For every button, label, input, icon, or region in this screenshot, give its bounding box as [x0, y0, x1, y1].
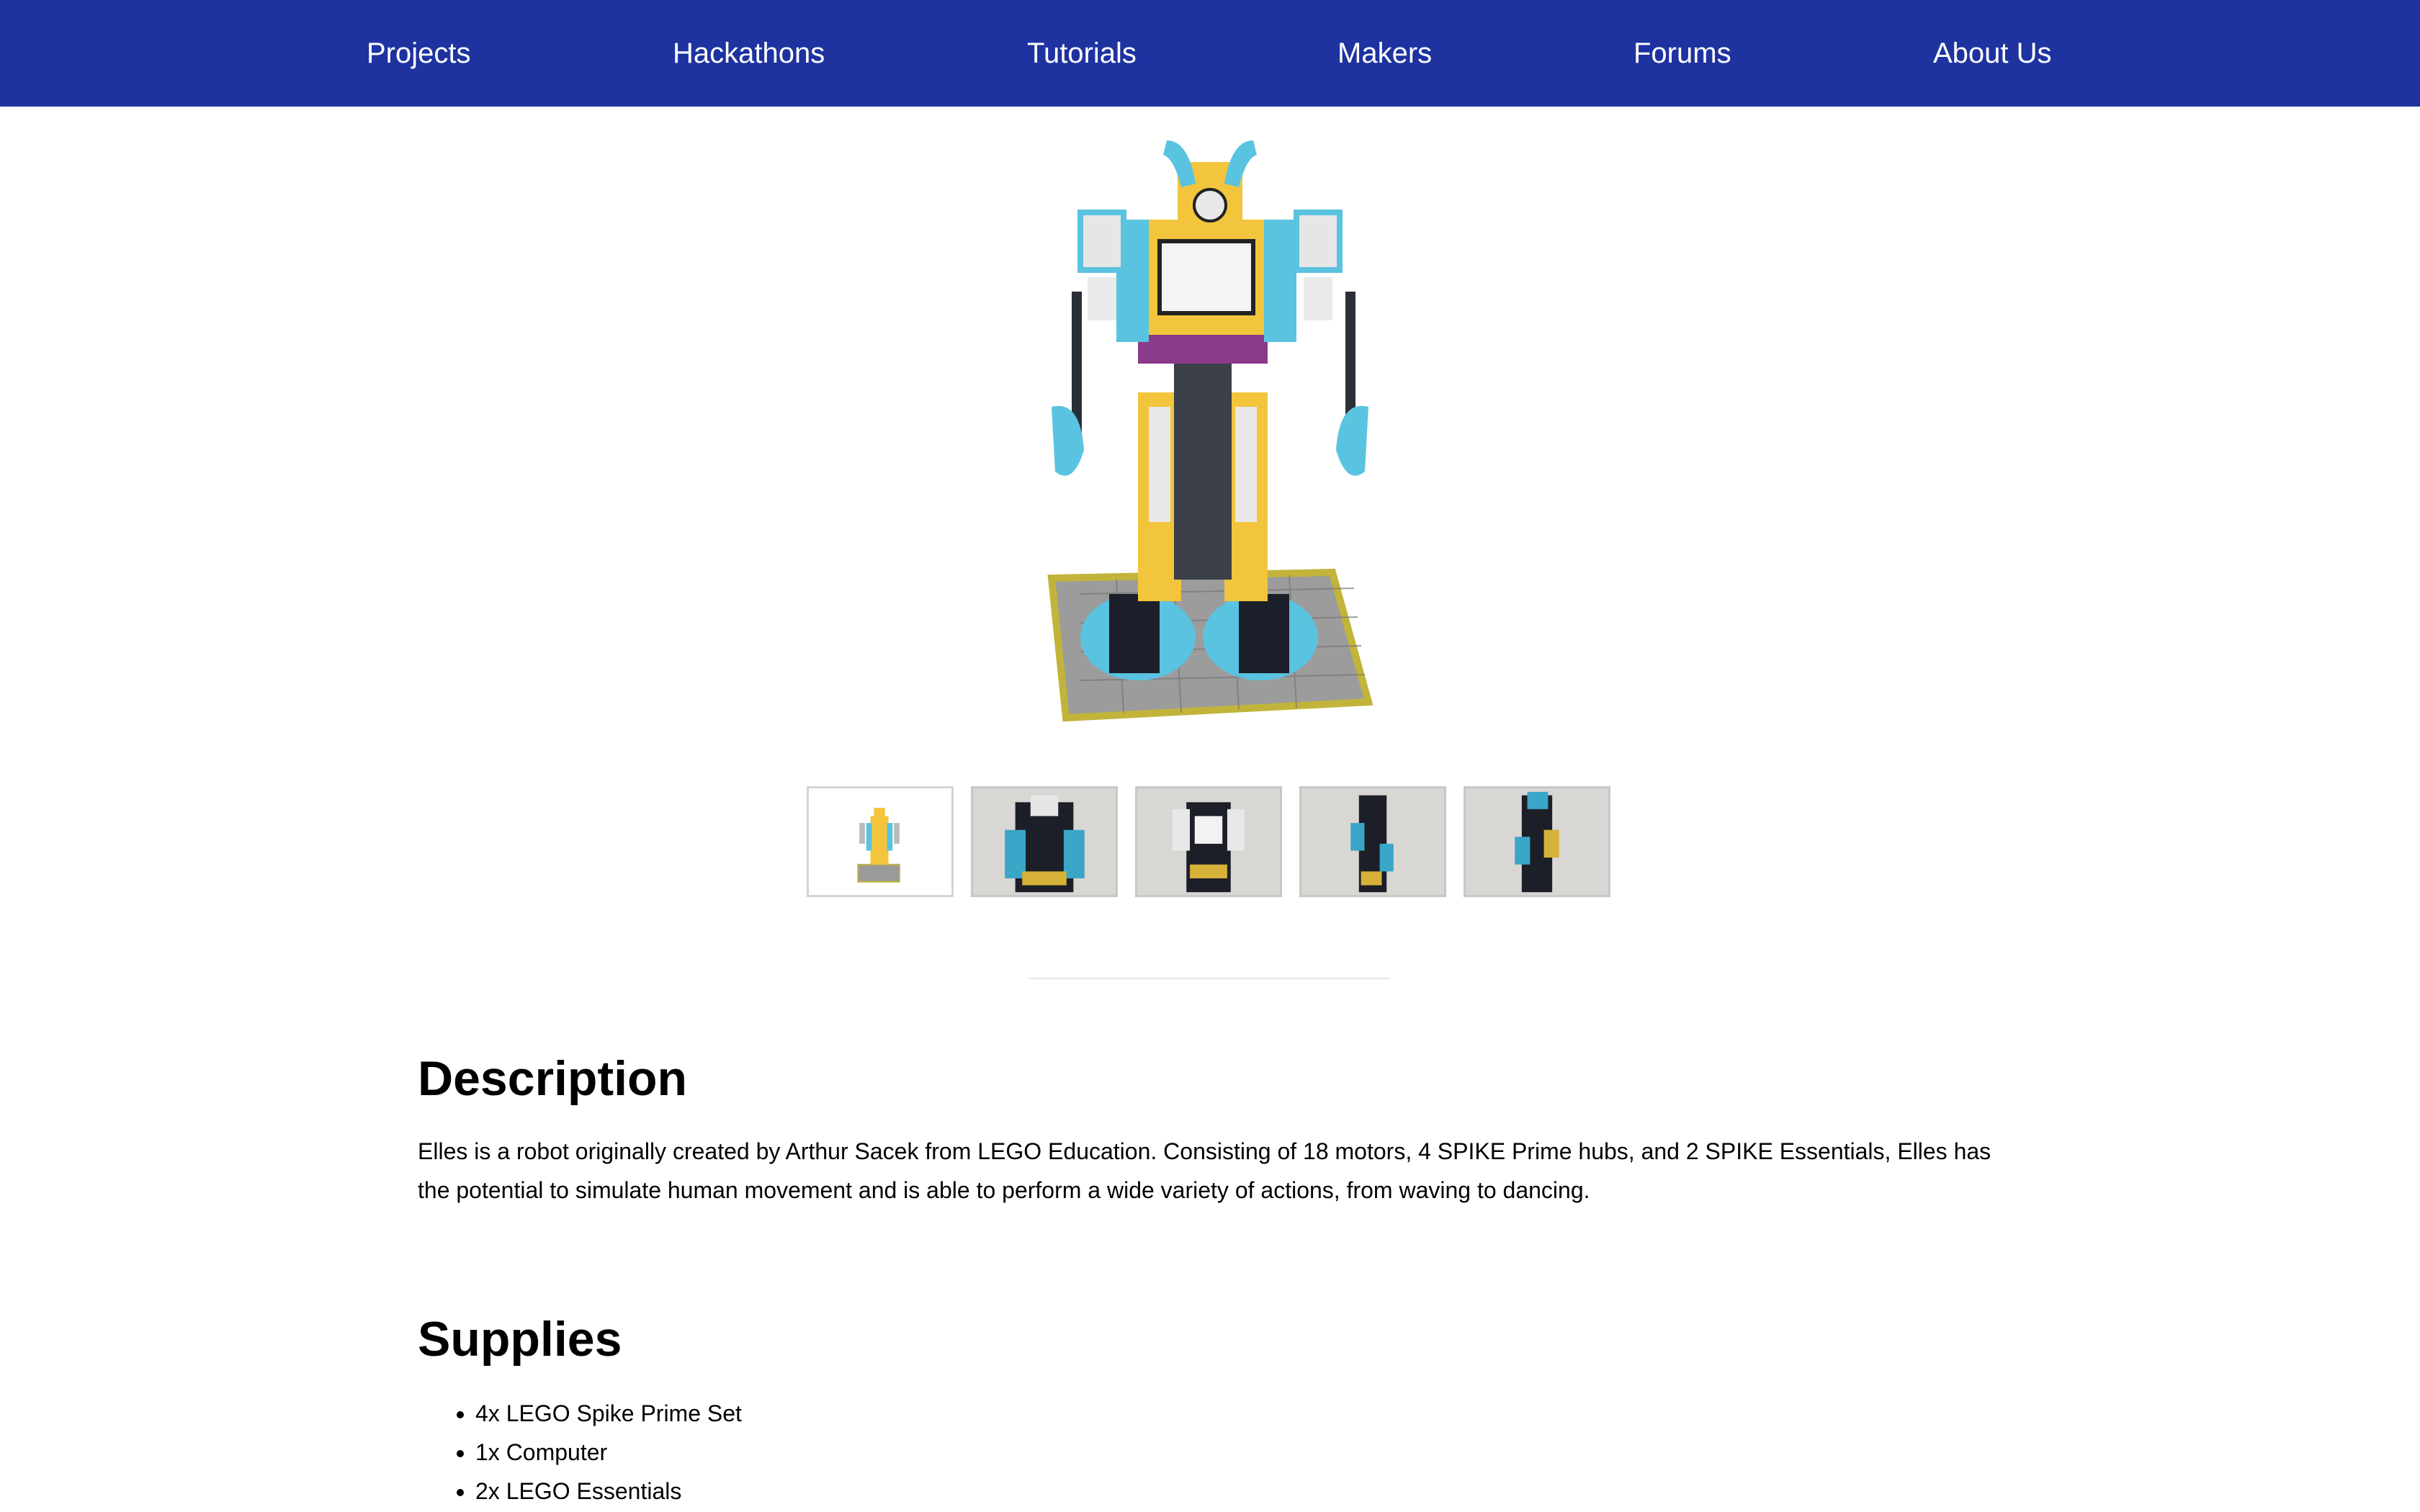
thumbnail-1[interactable] [807, 786, 954, 897]
supplies-heading: Supplies [418, 1312, 622, 1367]
nav-about-us[interactable]: About Us [1933, 32, 2052, 75]
supplies-list: 4x LEGO Spike Prime Set 1x Computer 2x L… [418, 1394, 742, 1511]
list-item: 2x LEGO Essentials [475, 1472, 742, 1511]
nav-tutorials[interactable]: Tutorials [1027, 32, 1137, 75]
nav-forums[interactable]: Forums [1634, 32, 1731, 75]
top-navbar: Projects Hackathons Tutorials Makers For… [0, 0, 2420, 107]
nav-hackathons[interactable]: Hackathons [673, 32, 825, 75]
robot-image [1047, 140, 1373, 722]
robot-photo-icon [1137, 788, 1280, 895]
thumbnail-5[interactable] [1464, 786, 1610, 897]
list-item: 1x Computer [475, 1433, 742, 1472]
robot-photo-icon [1466, 788, 1608, 895]
description-heading: Description [418, 1051, 688, 1106]
thumbnail-2[interactable] [971, 786, 1118, 897]
robot-photo-icon [1301, 788, 1444, 895]
description-text: Elles is a robot originally created by A… [418, 1138, 1991, 1203]
nav-makers[interactable]: Makers [1337, 32, 1432, 75]
thumbnail-4[interactable] [1299, 786, 1446, 897]
main-project-image [1030, 133, 1390, 724]
nav-projects[interactable]: Projects [367, 32, 471, 75]
thumbnail-3[interactable] [1135, 786, 1282, 897]
robot-thumbnail-image [857, 807, 900, 883]
list-item: 4x LEGO Spike Prime Set [475, 1394, 742, 1433]
robot-photo-icon [973, 788, 1116, 895]
section-divider [1028, 978, 1390, 979]
